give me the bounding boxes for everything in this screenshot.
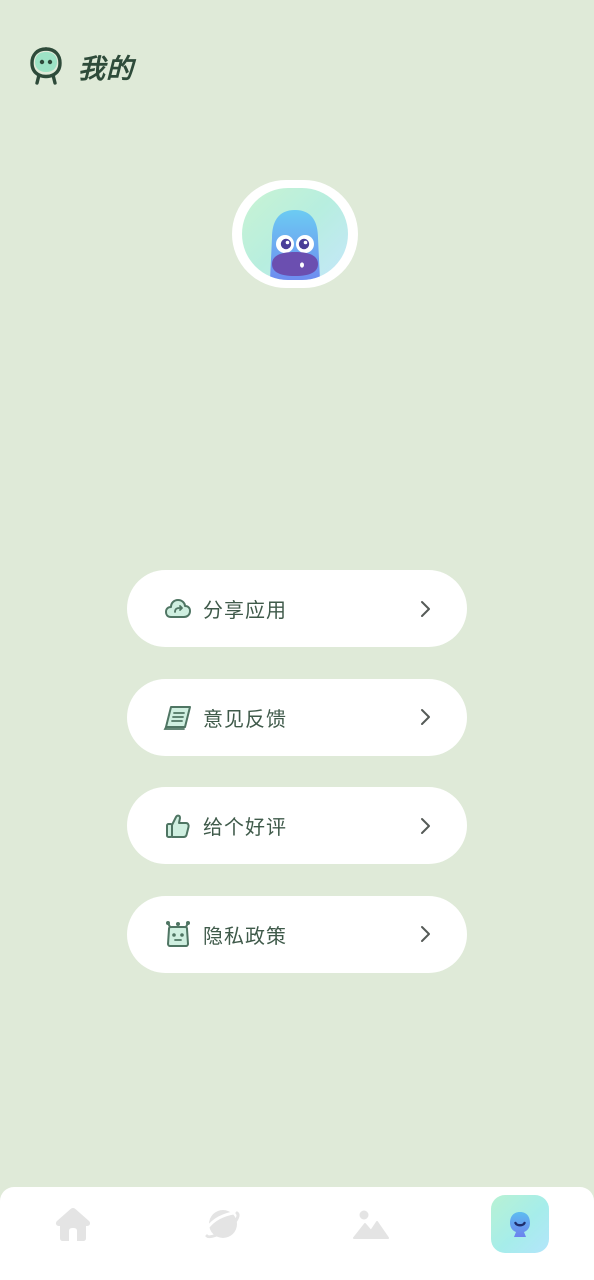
chevron-right-icon — [421, 817, 430, 834]
tab-home[interactable] — [44, 1195, 102, 1253]
bottom-tab-bar — [0, 1187, 594, 1280]
profile-ghost-icon — [510, 1212, 530, 1237]
thumbs-up-icon — [163, 811, 193, 841]
ghost-face-icon — [30, 47, 62, 85]
page-header: 我的 — [28, 46, 134, 86]
tab-gallery[interactable] — [342, 1195, 400, 1253]
settings-menu: 分享应用 意见反馈 给个好评 隐私政策 — [127, 570, 467, 1004]
menu-item-privacy-policy[interactable]: 隐私政策 — [127, 895, 467, 973]
menu-item-feedback[interactable]: 意见反馈 — [127, 678, 467, 756]
avatar[interactable] — [232, 180, 358, 288]
chevron-right-icon — [421, 926, 430, 942]
avatar-background — [242, 188, 348, 280]
menu-item-share-app[interactable]: 分享应用 — [127, 570, 467, 647]
menu-item-label: 分享应用 — [203, 598, 287, 622]
tab-discover[interactable] — [194, 1195, 252, 1253]
menu-item-label: 意见反馈 — [203, 706, 287, 731]
feedback-book-icon — [163, 702, 193, 732]
robot-face-icon — [163, 919, 193, 949]
home-icon — [55, 1208, 91, 1241]
menu-item-rate-app[interactable]: 给个好评 — [127, 787, 467, 864]
image-icon — [353, 1210, 389, 1239]
menu-item-label: 隐私政策 — [203, 923, 287, 948]
planet-icon — [204, 1210, 241, 1239]
tab-profile[interactable] — [491, 1195, 549, 1253]
menu-item-label: 给个好评 — [203, 815, 287, 839]
cloud-share-icon — [163, 594, 193, 624]
chevron-right-icon — [421, 600, 430, 617]
blue-ghost-avatar-icon — [270, 210, 320, 280]
chevron-right-icon — [421, 709, 430, 725]
page-title: 我的 — [78, 53, 134, 85]
